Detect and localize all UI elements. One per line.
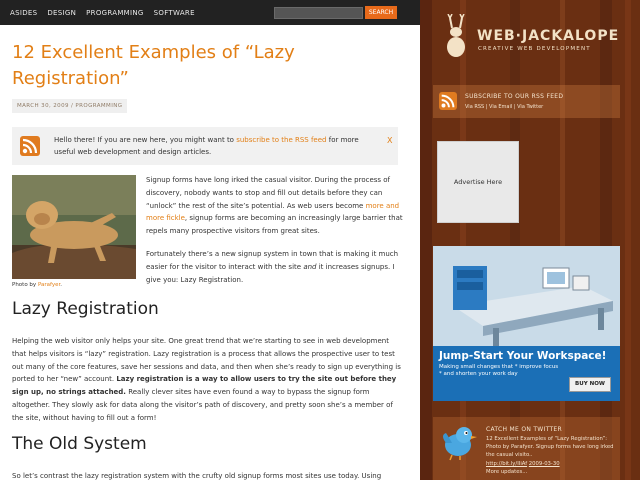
ad-subtext: Making small changes that * improve focu…: [439, 364, 559, 377]
heading-old-system: The Old System: [12, 434, 147, 454]
wood-texture: [420, 0, 640, 480]
sidebar: [420, 0, 640, 480]
notice-close-button[interactable]: X: [387, 136, 392, 145]
photo-credit-link[interactable]: Parafyer: [38, 282, 60, 288]
search-input[interactable]: [274, 7, 363, 19]
nav-item-programming[interactable]: PROGRAMMING: [86, 9, 144, 17]
post-title[interactable]: 12 Excellent Examples of “Lazy Registrat…: [12, 40, 392, 92]
caption-post: .: [60, 282, 62, 288]
post-meta: MARCH 30, 2009 / PROGRAMMING: [12, 99, 128, 113]
tweet-link[interactable]: http://bit.ly/IIiAf: [486, 461, 527, 467]
main-nav: ASIDES DESIGN PROGRAMMING SOFTWARE: [10, 9, 195, 17]
twitter-bird-icon[interactable]: [438, 421, 478, 461]
notice-text-pre: Hello there! If you are new here, you mi…: [54, 136, 237, 144]
twitter-text: 12 Excellent Examples of “Lazy Registrat…: [486, 435, 616, 476]
second-paragraph: Fortunately there’s a new signup system …: [146, 248, 404, 286]
nav-item-design[interactable]: DESIGN: [47, 9, 76, 17]
tweet-date[interactable]: 2009-03-30: [529, 461, 560, 467]
rss-subscribe-links[interactable]: Via RSS | Via Email | Via Twitter: [465, 104, 543, 110]
rss-icon[interactable]: [20, 136, 40, 156]
old-system-paragraph: So let’s contrast the lazy registration …: [12, 472, 382, 480]
heading-lazy-registration: Lazy Registration: [12, 299, 159, 319]
para1-pre: Signup forms have long irked the casual …: [146, 176, 391, 210]
para1-post: , signup forms are becoming an increasin…: [146, 214, 403, 236]
subscribe-link[interactable]: subscribe to the RSS feed: [236, 136, 326, 144]
more-updates-link[interactable]: More updates...: [486, 469, 527, 475]
notice-text: Hello there! If you are new here, you mi…: [54, 134, 382, 158]
para2-em: and: [303, 262, 317, 271]
rss-subscribe-title[interactable]: SUBSCRIBE TO OUR RSS FEED: [465, 93, 563, 100]
caption-pre: Photo by: [12, 282, 38, 288]
rss-icon[interactable]: [439, 92, 457, 110]
nav-item-software[interactable]: SOFTWARE: [154, 9, 195, 17]
workspace-ad-banner[interactable]: Jump-Start Your Workspace! Making small …: [433, 246, 620, 401]
lion-photo: [12, 175, 136, 279]
twitter-box: CATCH ME ON TWITTER 12 Excellent Example…: [433, 417, 620, 480]
lazy-registration-paragraph: Helping the web visitor only helps your …: [12, 335, 402, 425]
nav-item-asides[interactable]: ASIDES: [10, 9, 37, 17]
rss-subscribe-box: SUBSCRIBE TO OUR RSS FEED Via RSS | Via …: [433, 85, 620, 118]
ad-headline: Jump-Start Your Workspace!: [439, 350, 607, 362]
photo-caption: Photo by Parafyer.: [12, 282, 62, 288]
logo-tagline: CREATIVE WEB DEVELOPMENT: [478, 46, 591, 52]
top-navigation-bar: ASIDES DESIGN PROGRAMMING SOFTWARE SEARC…: [0, 0, 420, 25]
tweet-body: 12 Excellent Examples of “Lazy Registrat…: [486, 436, 614, 459]
intro-paragraph: Signup forms have long irked the casual …: [146, 174, 404, 238]
logo-text[interactable]: WEB·JACKALOPE: [477, 28, 619, 44]
advertise-here-box[interactable]: Advertise Here: [437, 141, 519, 223]
main-content: 12 Excellent Examples of “Lazy Registrat…: [0, 25, 420, 480]
jackalope-logo[interactable]: [440, 14, 472, 58]
rss-notice: Hello there! If you are new here, you mi…: [12, 127, 398, 165]
twitter-title[interactable]: CATCH ME ON TWITTER: [486, 426, 562, 433]
buy-now-button[interactable]: BUY NOW: [569, 377, 611, 392]
search-button[interactable]: SEARCH: [365, 6, 397, 19]
